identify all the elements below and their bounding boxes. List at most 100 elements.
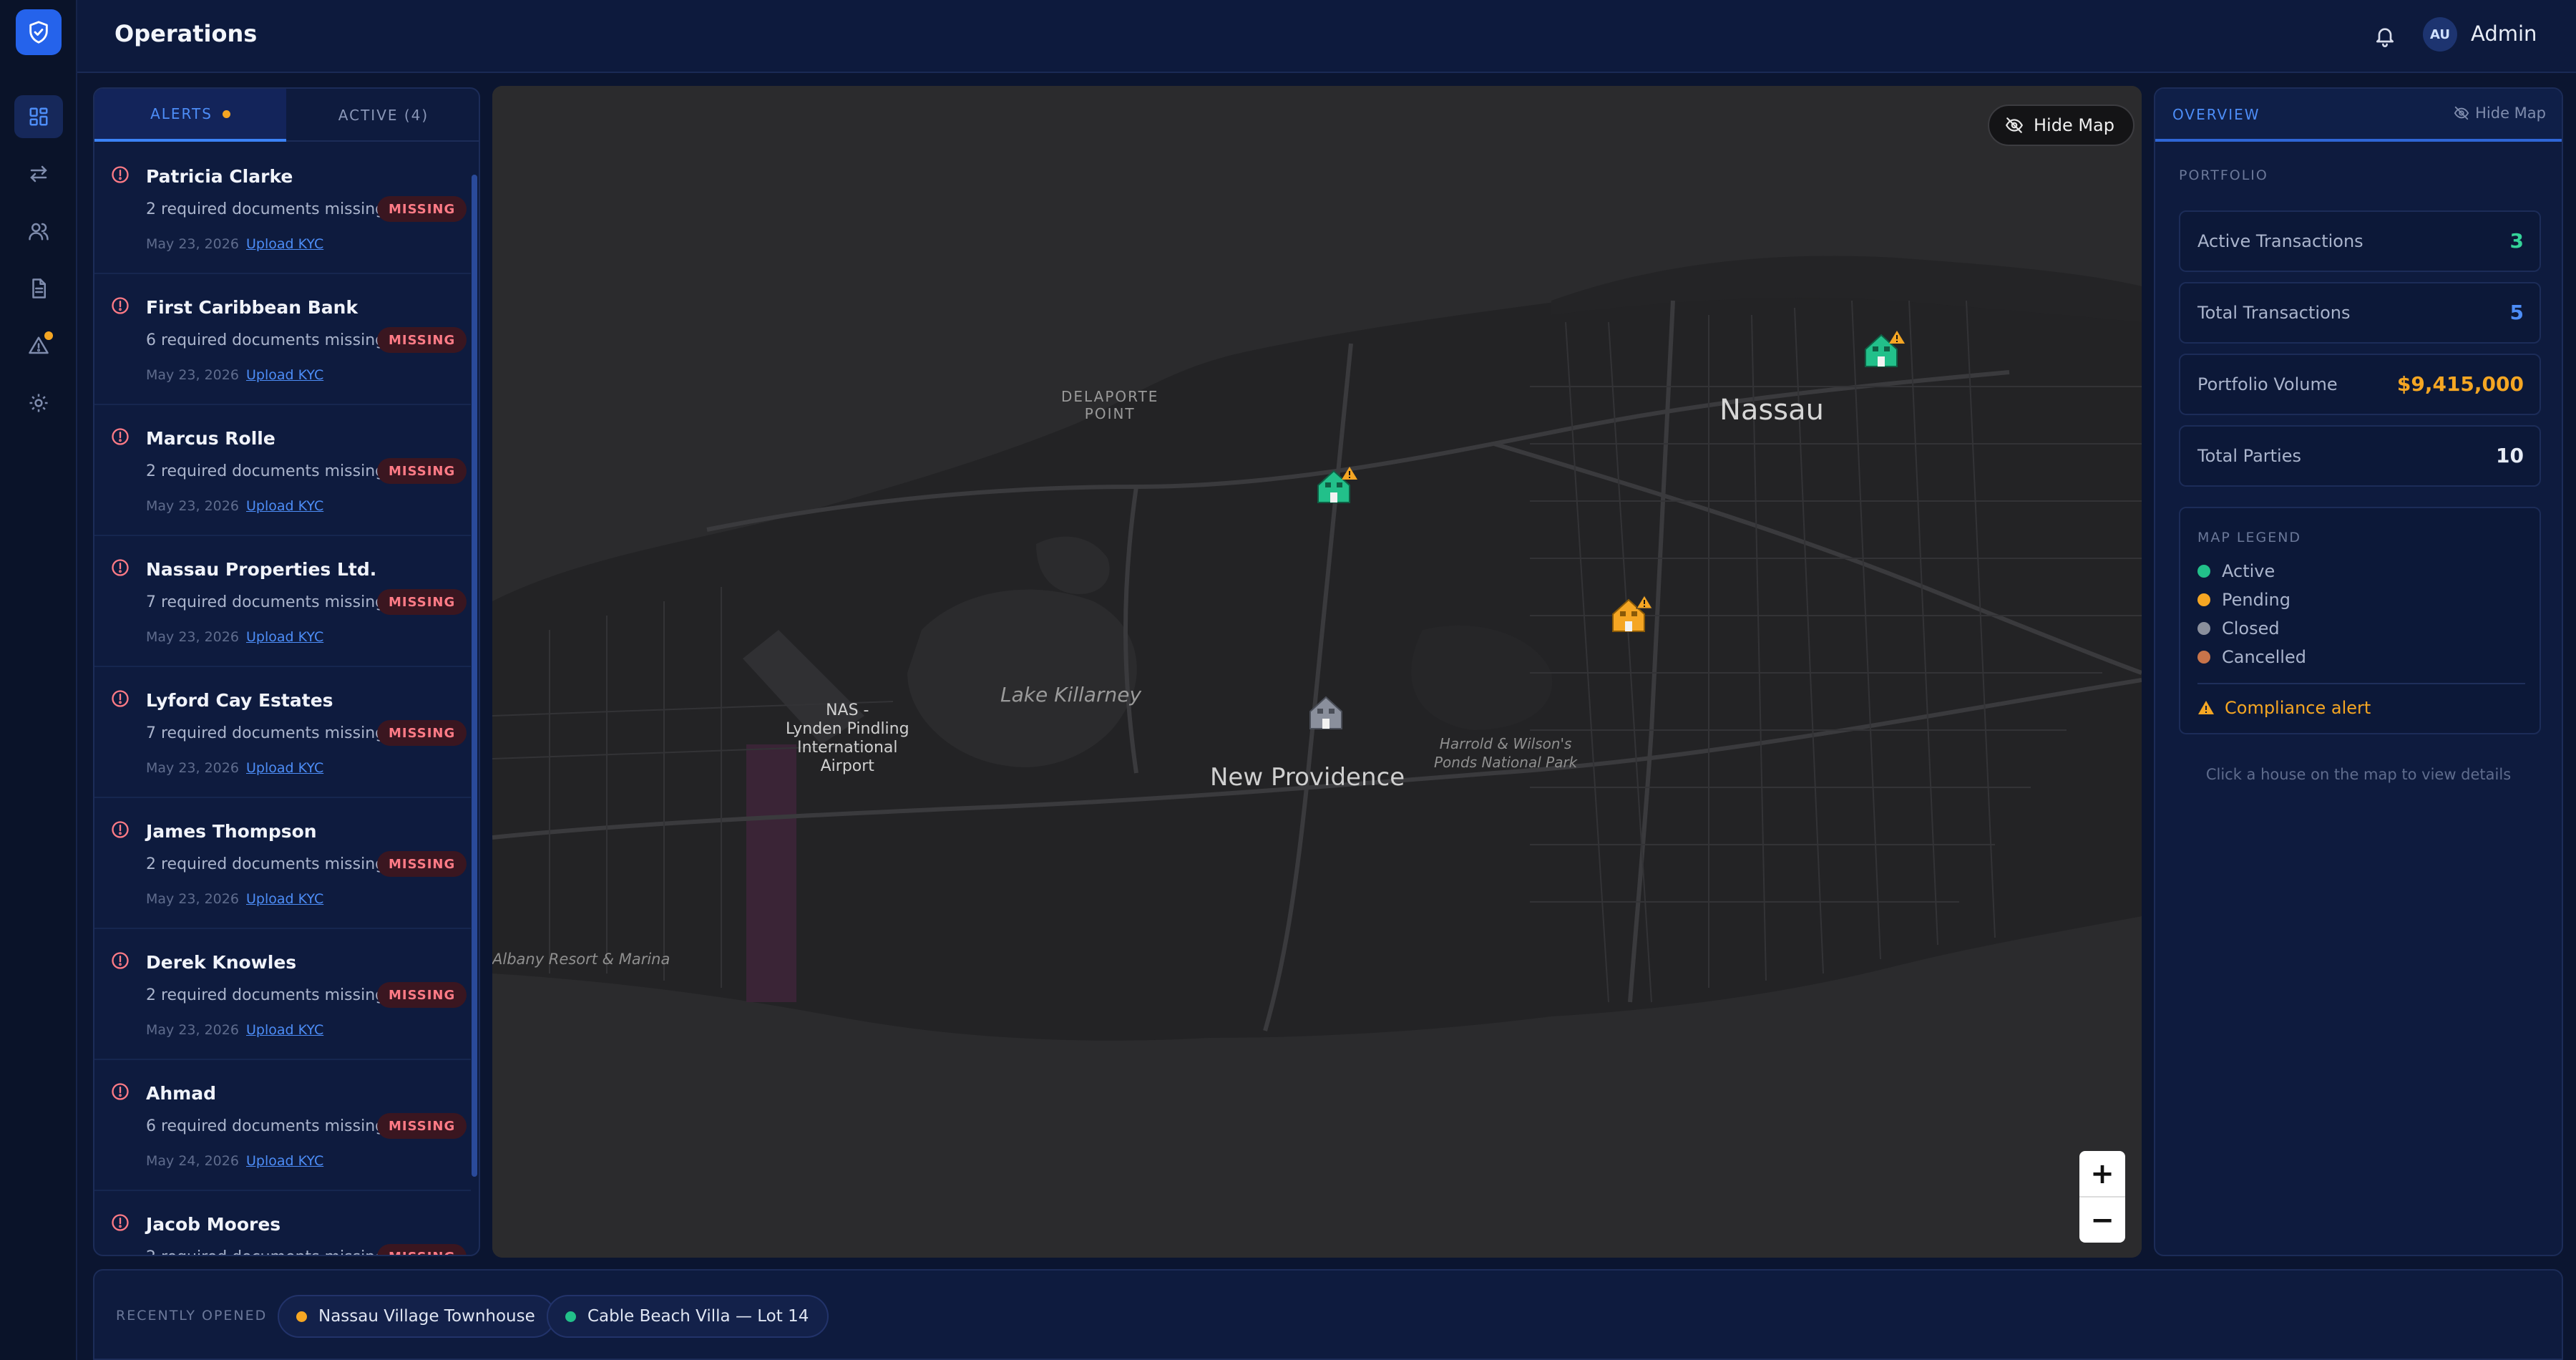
upload-kyc-link[interactable]: Upload KYC [246, 1153, 323, 1169]
alert-item[interactable]: Lyford Cay Estates 7 required documents m… [94, 667, 471, 798]
legend-item-active: Active [2197, 561, 2275, 581]
alert-party-name[interactable]: Jacob Moores [146, 1214, 280, 1235]
user-name[interactable]: Admin [2471, 21, 2537, 46]
sidebar-item-documents[interactable] [14, 267, 63, 310]
alert-description: 6 required documents missing [146, 331, 386, 349]
alerts-panel: ALERTS ACTIVE (4) Patricia Clarke 2 requi… [93, 87, 480, 1256]
legend-item-pending: Pending [2197, 590, 2290, 610]
sidebar-item-dashboard[interactable] [14, 95, 63, 138]
recently-opened-bar: RECENTLY OPENED Nassau Village Townhouse… [93, 1269, 2563, 1360]
alert-item[interactable]: Marcus Rolle 2 required documents missing… [94, 405, 471, 536]
alert-description: 6 required documents missing [146, 1117, 386, 1135]
alert-description: 2 required documents missing [146, 200, 386, 218]
recent-chip[interactable]: Nassau Village Townhouse [278, 1295, 555, 1338]
alert-date: May 23, 2026 [146, 629, 239, 645]
alert-circle-icon [112, 1083, 129, 1100]
page-title: Operations [114, 20, 258, 47]
alert-item[interactable]: James Thompson 2 required documents missi… [94, 798, 471, 929]
stat-total-transactions: Total Transactions 5 [2179, 282, 2541, 344]
eye-off-icon [2454, 106, 2469, 120]
alert-item[interactable]: Nassau Properties Ltd. 7 required documen… [94, 536, 471, 667]
alert-party-name[interactable]: Marcus Rolle [146, 428, 275, 449]
alert-circle-icon [112, 297, 129, 314]
alert-description: 2 required documents missing [146, 986, 386, 1004]
stat-label: Total Transactions [2197, 303, 2351, 323]
alert-circle-icon [112, 690, 129, 707]
alert-item[interactable]: Patricia Clarke 2 required documents miss… [94, 143, 471, 274]
status-dot [565, 1311, 576, 1322]
legend-dot [2197, 651, 2210, 664]
recent-chip[interactable]: Cable Beach Villa — Lot 14 [547, 1295, 829, 1338]
sidebar-item-parties[interactable] [14, 210, 63, 253]
zoom-control: + − [2079, 1151, 2125, 1243]
property-marker[interactable] [1610, 594, 1653, 637]
tab-overview[interactable]: OVERVIEW [2172, 106, 2260, 123]
alert-party-name[interactable]: First Caribbean Bank [146, 297, 358, 318]
alert-circle-icon [112, 1214, 129, 1231]
upload-kyc-link[interactable]: Upload KYC [246, 367, 323, 383]
alert-party-name[interactable]: Lyford Cay Estates [146, 690, 333, 711]
app-logo[interactable] [16, 9, 62, 55]
status-badge: MISSING [377, 1113, 467, 1139]
tab-active[interactable]: ACTIVE (4) [288, 89, 479, 142]
alert-item[interactable]: Ahmad 6 required documents missing MISSING… [94, 1060, 471, 1191]
status-badge: MISSING [377, 458, 467, 484]
overview-panel: OVERVIEW Hide Map PORTFOLIO Active Trans… [2154, 87, 2563, 1256]
upload-kyc-link[interactable]: Upload KYC [246, 629, 323, 645]
document-icon [32, 278, 46, 298]
upload-kyc-link[interactable]: Upload KYC [246, 891, 323, 907]
hide-map-button[interactable]: Hide Map [1988, 105, 2135, 146]
alert-party-name[interactable]: James Thompson [146, 821, 317, 842]
legend-dot [2197, 622, 2210, 635]
alerts-list[interactable]: Patricia Clarke 2 required documents miss… [94, 143, 471, 1255]
legend-dot [2197, 565, 2210, 578]
stat-label: Total Parties [2197, 446, 2301, 466]
map-label-albany: Albany Resort & Marina [492, 951, 670, 968]
stat-portfolio-volume: Portfolio Volume $9,415,000 [2179, 354, 2541, 415]
alert-item[interactable]: Derek Knowles 2 required documents missin… [94, 929, 471, 1060]
recent-chip-label: Cable Beach Villa — Lot 14 [587, 1307, 809, 1326]
sidebar-item-settings[interactable] [14, 382, 63, 424]
swap-icon [30, 165, 47, 183]
map-label-delaporte: DELAPORTE POINT [1061, 388, 1159, 422]
overview-hide-map-button[interactable]: Hide Map [2454, 105, 2546, 122]
house-icon [1865, 331, 1905, 367]
sidebar-item-transactions[interactable] [14, 152, 63, 195]
recent-chip-label: Nassau Village Townhouse [318, 1307, 535, 1326]
sidebar [0, 0, 77, 1360]
upload-kyc-link[interactable]: Upload KYC [246, 760, 323, 776]
property-marker[interactable] [1863, 329, 1906, 372]
tab-alerts[interactable]: ALERTS [94, 89, 286, 142]
alert-party-name[interactable]: Patricia Clarke [146, 166, 293, 187]
stat-label: Active Transactions [2197, 231, 2363, 251]
alert-party-name[interactable]: Ahmad [146, 1083, 216, 1104]
alert-party-name[interactable]: Nassau Properties Ltd. [146, 559, 376, 580]
top-bar: Operations AU Admin [77, 0, 2576, 73]
upload-kyc-link[interactable]: Upload KYC [246, 236, 323, 252]
status-dot [296, 1311, 307, 1322]
overview-header: OVERVIEW Hide Map [2155, 89, 2562, 142]
status-badge: MISSING [377, 196, 467, 222]
zoom-out-button[interactable]: − [2079, 1198, 2125, 1243]
notifications-button[interactable] [2371, 21, 2399, 50]
alert-party-name[interactable]: Derek Knowles [146, 952, 296, 973]
zoom-in-button[interactable]: + [2079, 1151, 2125, 1196]
property-marker[interactable] [1307, 691, 1350, 734]
alert-date: May 23, 2026 [146, 367, 239, 383]
tab-active-label: ACTIVE (4) [338, 107, 429, 124]
map-legend-title: MAP LEGEND [2197, 530, 2302, 545]
alert-item[interactable]: Jacob Moores 2 required documents missing… [94, 1191, 471, 1255]
hide-map-label: Hide Map [2034, 115, 2114, 135]
alerts-scrollbar[interactable] [472, 175, 477, 1177]
alert-date: May 23, 2026 [146, 891, 239, 907]
legend-label: Closed [2222, 618, 2280, 638]
alert-date: May 23, 2026 [146, 1022, 239, 1038]
sidebar-item-alerts[interactable] [14, 324, 63, 367]
upload-kyc-link[interactable]: Upload KYC [246, 1022, 323, 1038]
upload-kyc-link[interactable]: Upload KYC [246, 498, 323, 514]
property-marker[interactable] [1315, 465, 1358, 508]
house-icon [1317, 467, 1357, 503]
alert-item[interactable]: First Caribbean Bank 6 required documents… [94, 274, 471, 405]
map-view[interactable]: Nassau New Providence Lake Killarney DEL… [492, 86, 2142, 1258]
avatar[interactable]: AU [2423, 17, 2457, 52]
